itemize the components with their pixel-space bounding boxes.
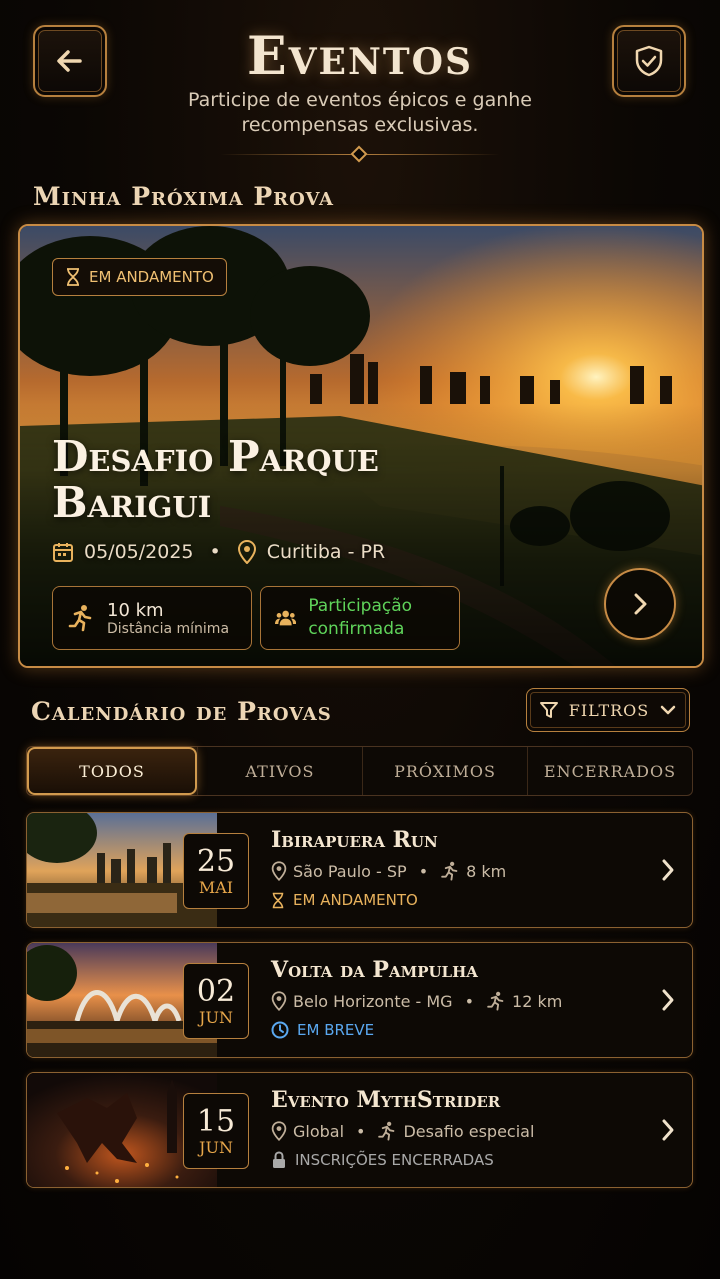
chevron-right-icon (662, 1119, 674, 1141)
event-meta: Global • Desafio especial (271, 1121, 534, 1141)
runner-icon (68, 605, 92, 632)
group-icon (275, 610, 297, 626)
event-status-label: EM BREVE (297, 1021, 375, 1039)
event-status-label: EM ANDAMENTO (293, 891, 418, 909)
next-race-heading: Minha Próxima Prova (33, 182, 334, 211)
event-day: 02 (196, 973, 236, 1009)
event-status: EM BREVE (271, 1021, 374, 1039)
participation-status: Participação confirmada (308, 596, 413, 639)
event-status-label: INSCRIÇÕES ENCERRADAS (295, 1151, 494, 1169)
event-title: Volta da Pampulha (271, 957, 478, 983)
separator-dot: • (356, 1121, 366, 1141)
event-location: São Paulo - SP (293, 861, 407, 881)
status-tabs: TODOS ATIVOS PRÓXIMOS ENCERRADOS (26, 746, 693, 796)
race-date: 05/05/2025 (84, 541, 194, 563)
event-month: MAI (198, 877, 234, 897)
race-meta: 05/05/2025 • Curitiba - PR (52, 540, 385, 564)
location-pin-icon (271, 861, 287, 881)
event-month: JUN (199, 1137, 233, 1157)
race-location: Curitiba - PR (266, 541, 386, 563)
clock-icon (271, 1021, 289, 1039)
event-location: Belo Horizonte - MG (293, 991, 453, 1011)
participation-stat: Participação confirmada (260, 586, 460, 650)
status-badge-label: EM ANDAMENTO (89, 268, 214, 286)
event-month: JUN (199, 1007, 233, 1027)
event-card-mythstrider[interactable]: 15 JUN Evento MythStrider Global • Desaf… (26, 1072, 693, 1188)
chevron-down-icon (661, 705, 676, 715)
race-title: Desafio Parque Barigui (52, 432, 379, 527)
event-day: 25 (196, 843, 236, 879)
event-card-ibirapuera[interactable]: 25 MAI Ibirapuera Run São Paulo - SP • 8… (26, 812, 693, 928)
distance-stat: 10 km Distância mínima (52, 586, 252, 650)
event-meta: São Paulo - SP • 8 km (271, 861, 506, 881)
chevron-right-icon (662, 989, 674, 1011)
hourglass-icon (272, 892, 284, 908)
event-day: 15 (196, 1103, 236, 1139)
event-location: Global (293, 1121, 345, 1141)
distance-value: 10 km (107, 599, 164, 621)
event-status: EM ANDAMENTO (271, 891, 418, 909)
status-badge: EM ANDAMENTO (52, 258, 227, 296)
distance-label: Distância mínima (107, 620, 230, 637)
location-pin-icon (271, 1121, 287, 1141)
separator-dot: • (464, 991, 475, 1011)
filters-label: FILTROS (568, 700, 650, 720)
calendar-icon (53, 543, 73, 562)
event-date: 02 JUN (183, 963, 249, 1039)
chevron-right-icon (662, 859, 674, 881)
open-race-button[interactable] (604, 568, 676, 640)
event-date: 25 MAI (183, 833, 249, 909)
shield-check-icon (635, 45, 663, 77)
event-date: 15 JUN (183, 1093, 249, 1169)
divider-ornament (350, 145, 368, 163)
lock-icon (273, 1151, 285, 1168)
event-detail: Desafio especial (403, 1121, 535, 1141)
chevron-right-icon (634, 593, 647, 615)
separator-dot: • (418, 861, 429, 881)
event-status: INSCRIÇÕES ENCERRADAS (271, 1151, 494, 1169)
event-title: Ibirapuera Run (271, 827, 438, 853)
hourglass-icon (67, 268, 79, 286)
event-card-pampulha[interactable]: 02 JUN Volta da Pampulha Belo Horizonte … (26, 942, 693, 1058)
location-pin-icon (237, 540, 256, 564)
separator-dot: • (209, 541, 221, 563)
next-race-card[interactable]: EM ANDAMENTO Desafio Parque Barigui 05/0… (18, 224, 704, 668)
event-title: Evento MythStrider (271, 1087, 501, 1113)
event-meta: Belo Horizonte - MG • 12 km (271, 991, 562, 1011)
event-distance: 12 km (512, 991, 563, 1011)
tab-todos[interactable]: TODOS (27, 747, 197, 795)
shield-button[interactable] (612, 25, 686, 97)
event-distance: 8 km (466, 861, 507, 881)
tab-encerrados[interactable]: ENCERRADOS (527, 747, 692, 795)
page-subtitle: Participe de eventos épicos e ganhe reco… (187, 89, 532, 136)
calendar-heading: Calendário de Provas (31, 697, 332, 726)
tab-ativos[interactable]: ATIVOS (197, 747, 362, 795)
runner-icon (378, 1121, 395, 1141)
filters-dropdown[interactable]: FILTROS (526, 688, 690, 732)
tab-proximos[interactable]: PRÓXIMOS (362, 747, 527, 795)
location-pin-icon (271, 991, 287, 1011)
runner-icon (487, 991, 504, 1011)
runner-icon (441, 861, 458, 881)
filter-icon (539, 702, 558, 718)
